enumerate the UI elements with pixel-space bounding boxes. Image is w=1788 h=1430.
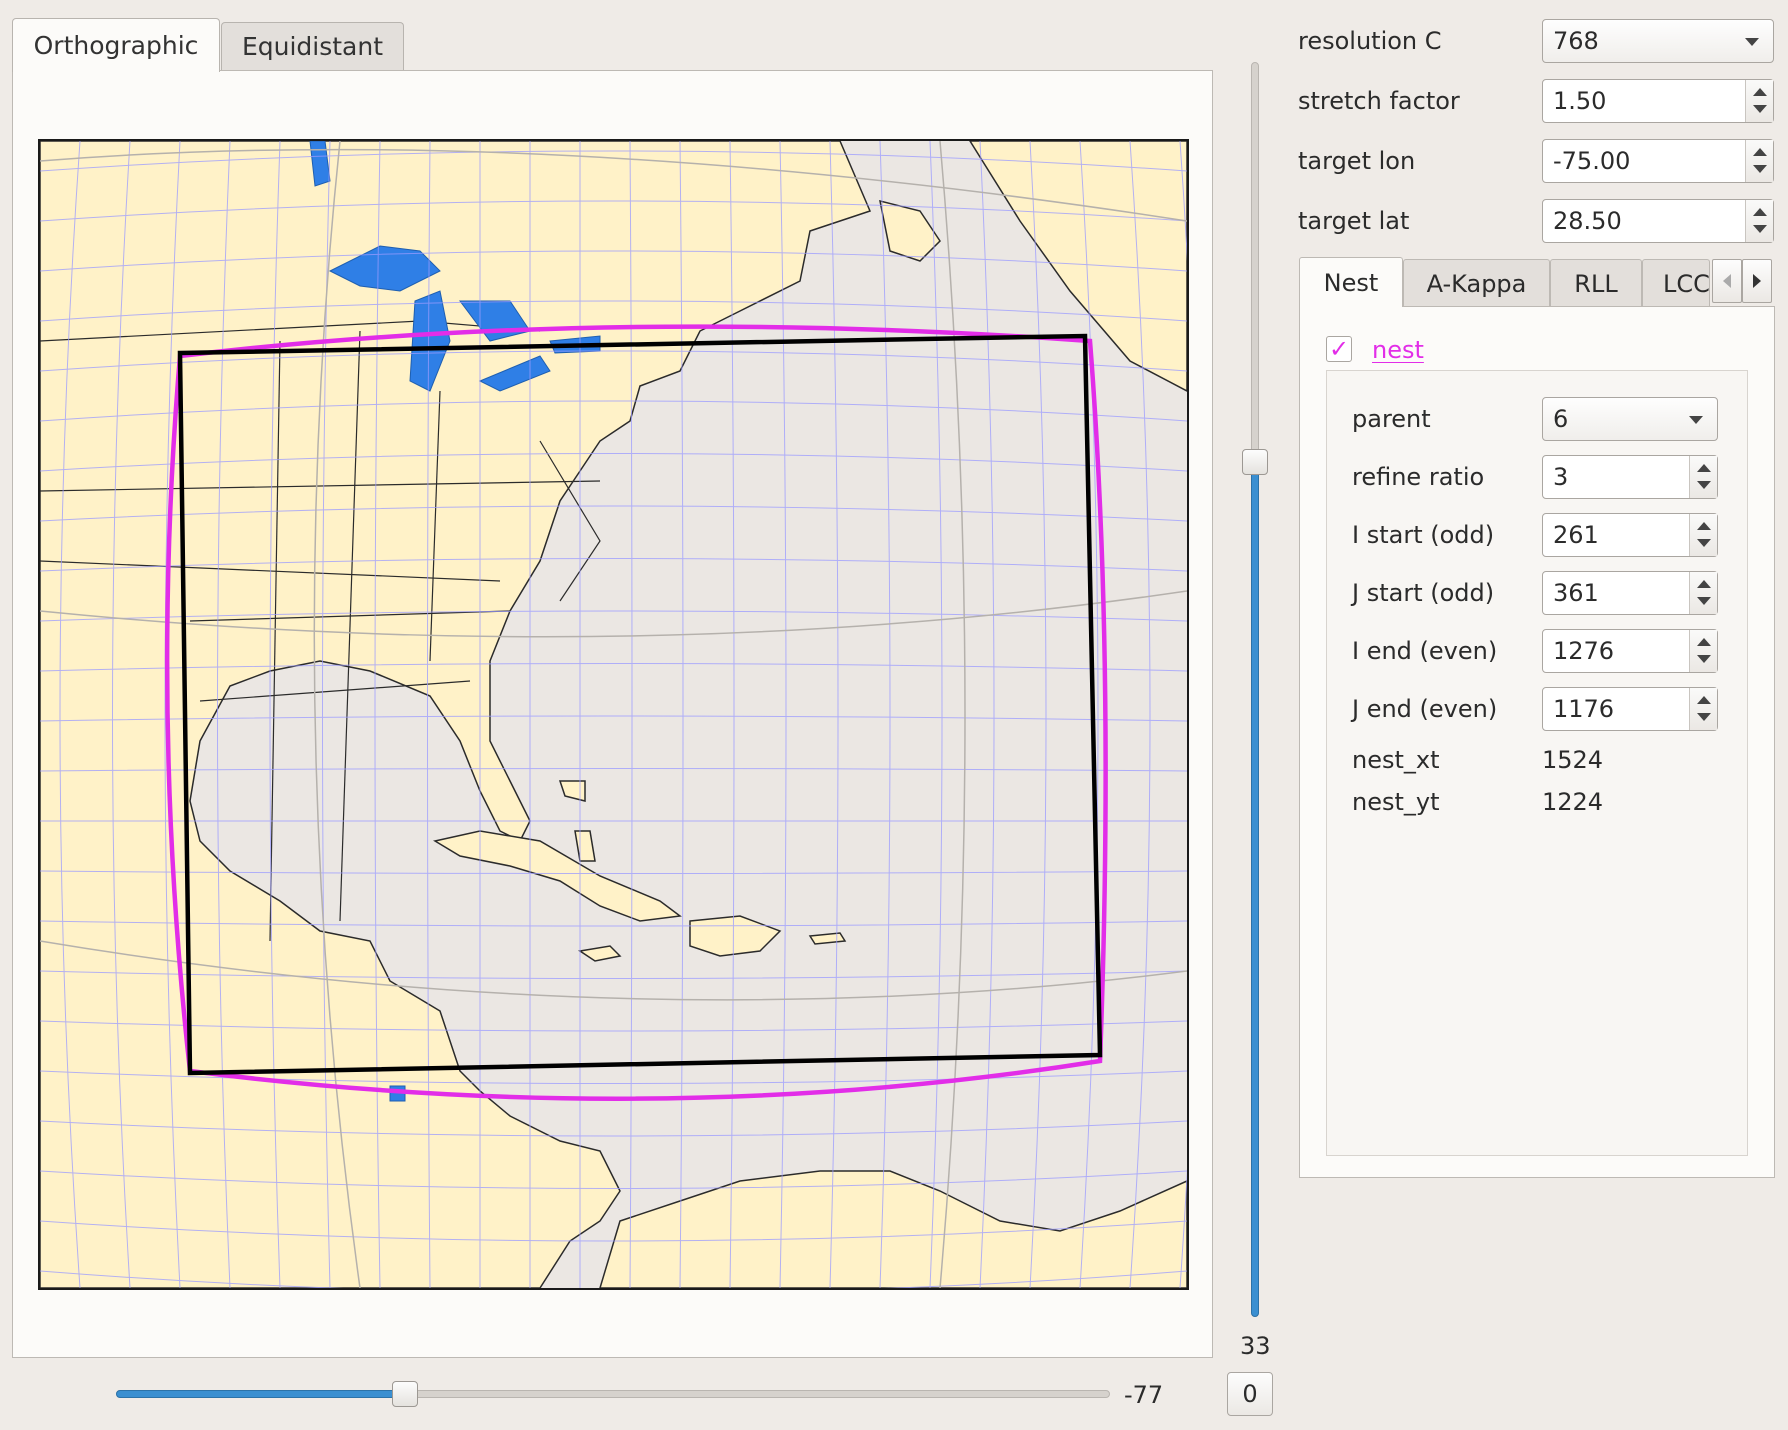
vertical-slider-value: 33 [1240, 1332, 1271, 1360]
tab-label: RLL [1574, 269, 1618, 298]
i-end-label: I end (even) [1352, 637, 1498, 665]
nest-xt-value: 1524 [1542, 746, 1604, 774]
spin-buttons[interactable] [1745, 140, 1773, 182]
resolution-label: resolution C [1298, 27, 1442, 55]
tab-scroll-right-button[interactable] [1742, 259, 1772, 303]
stretch-value: 1.50 [1553, 87, 1607, 115]
vertical-slider-handle[interactable] [1242, 449, 1268, 475]
spin-buttons[interactable] [1745, 200, 1773, 242]
arrow-down-icon [1753, 165, 1767, 173]
j-start-value: 361 [1553, 579, 1599, 607]
map-canvas[interactable] [38, 139, 1189, 1290]
chevron-right-icon [1753, 274, 1761, 288]
refine-ratio-value: 3 [1553, 463, 1569, 491]
chevron-down-icon [1689, 416, 1703, 424]
nest-checkbox[interactable]: ✓ [1326, 336, 1352, 362]
arrow-down-icon [1697, 655, 1711, 663]
nest-yt-label: nest_yt [1352, 788, 1440, 816]
tab-equidistant[interactable]: Equidistant [221, 22, 404, 70]
target-lon-spinbox[interactable]: -75.00 [1542, 139, 1774, 183]
arrow-up-icon [1697, 580, 1711, 588]
stretch-spinbox[interactable]: 1.50 [1542, 79, 1774, 123]
chevron-down-icon [1745, 38, 1759, 46]
arrow-up-icon [1753, 88, 1767, 96]
arrow-down-icon [1697, 597, 1711, 605]
parent-combo[interactable]: 6 [1542, 397, 1718, 441]
arrow-up-icon [1753, 148, 1767, 156]
tab-label: Equidistant [241, 32, 384, 61]
arrow-down-icon [1697, 713, 1711, 721]
j-end-value: 1176 [1553, 695, 1615, 723]
j-start-spinbox[interactable]: 361 [1542, 571, 1718, 615]
arrow-up-icon [1697, 522, 1711, 530]
spin-buttons[interactable] [1689, 456, 1717, 498]
i-start-label: I start (odd) [1352, 521, 1495, 549]
j-end-label: J end (even) [1352, 695, 1498, 723]
target-lat-spinbox[interactable]: 28.50 [1542, 199, 1774, 243]
tab-label: A-Kappa [1426, 269, 1527, 298]
i-end-value: 1276 [1553, 637, 1615, 665]
parent-label: parent [1352, 405, 1431, 433]
target-lat-value: 28.50 [1553, 207, 1622, 235]
target-lat-label: target lat [1298, 207, 1410, 235]
arrow-up-icon [1753, 208, 1767, 216]
tab-label: LCC [1663, 269, 1710, 298]
nest-xt-label: nest_xt [1352, 746, 1440, 774]
chevron-left-icon [1723, 274, 1731, 288]
target-lon-label: target lon [1298, 147, 1416, 175]
spin-buttons[interactable] [1689, 630, 1717, 672]
j-end-spinbox[interactable]: 1176 [1542, 687, 1718, 731]
vertical-slider-fill [1251, 463, 1259, 1317]
resolution-combo[interactable]: 768 [1542, 19, 1774, 63]
target-lon-value: -75.00 [1553, 147, 1631, 175]
spin-buttons[interactable] [1689, 572, 1717, 614]
tab-a-kappa[interactable]: A-Kappa [1403, 259, 1550, 307]
tab-scroll-left-button[interactable] [1712, 259, 1742, 303]
nest-checkbox-label[interactable]: nest [1372, 336, 1424, 364]
arrow-down-icon [1753, 225, 1767, 233]
horizontal-slider-fill [116, 1390, 405, 1398]
reset-button-label: 0 [1242, 1380, 1258, 1408]
refine-ratio-spinbox[interactable]: 3 [1542, 455, 1718, 499]
map-svg [40, 141, 1187, 1288]
arrow-down-icon [1697, 539, 1711, 547]
arrow-up-icon [1697, 464, 1711, 472]
horizontal-slider-value: -77 [1124, 1381, 1164, 1409]
nest-yt-value: 1224 [1542, 788, 1604, 816]
spin-buttons[interactable] [1689, 688, 1717, 730]
horizontal-slider-handle[interactable] [392, 1381, 418, 1407]
arrow-up-icon [1697, 638, 1711, 646]
stretch-label: stretch factor [1298, 87, 1460, 115]
parent-value: 6 [1553, 405, 1569, 433]
spin-buttons[interactable] [1745, 80, 1773, 122]
resolution-value: 768 [1553, 27, 1599, 55]
arrow-down-icon [1697, 481, 1711, 489]
i-start-spinbox[interactable]: 261 [1542, 513, 1718, 557]
tab-label: Orthographic [33, 31, 199, 60]
tab-label: Nest [1323, 268, 1379, 297]
j-start-label: J start (odd) [1352, 579, 1495, 607]
i-start-value: 261 [1553, 521, 1599, 549]
i-end-spinbox[interactable]: 1276 [1542, 629, 1718, 673]
check-icon: ✓ [1328, 335, 1350, 363]
tab-nest[interactable]: Nest [1299, 257, 1403, 307]
refine-ratio-label: refine ratio [1352, 463, 1485, 491]
reset-zero-button[interactable]: 0 [1227, 1372, 1273, 1416]
tab-lcc[interactable]: LCC [1642, 259, 1710, 307]
arrow-up-icon [1697, 696, 1711, 704]
tab-rll[interactable]: RLL [1550, 259, 1642, 307]
tab-orthographic[interactable]: Orthographic [12, 18, 220, 72]
spin-buttons[interactable] [1689, 514, 1717, 556]
arrow-down-icon [1753, 105, 1767, 113]
